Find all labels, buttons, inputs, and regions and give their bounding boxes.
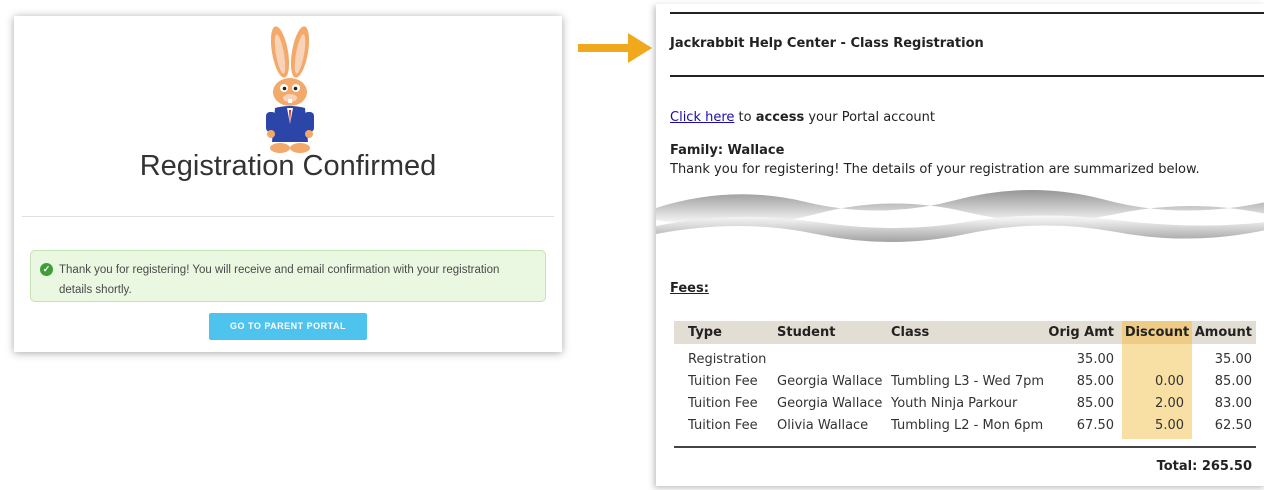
access-rest-text: your Portal account (804, 110, 935, 125)
cell-student: Georgia Wallace (777, 374, 883, 389)
cell-orig-amt: 67.50 (1076, 418, 1114, 433)
registration-email: Jackrabbit Help Center - Class Registrat… (656, 4, 1264, 486)
cell-student: Georgia Wallace (777, 396, 883, 411)
total-amount: Total: 265.50 (1156, 459, 1252, 474)
column-header-type: Type (688, 325, 722, 340)
column-header-class: Class (891, 325, 930, 340)
rabbit-mascot-icon (266, 26, 314, 153)
cell-class: Tumbling L3 - Wed 7pm (891, 374, 1045, 389)
registration-confirmed-card: Registration Confirmed ✓ Thank you for r… (14, 16, 562, 352)
click-here-link[interactable]: Click here (670, 110, 734, 125)
fees-heading: Fees: (670, 281, 709, 296)
column-header-discount: Discount (1124, 325, 1190, 340)
cell-amount: 85.00 (1214, 374, 1252, 389)
cell-type: Tuition Fee (688, 418, 758, 433)
column-header-amount: Amount (1194, 325, 1252, 340)
cell-type: Registration (688, 352, 767, 367)
check-circle-icon: ✓ (40, 263, 53, 276)
torn-wave-divider (656, 190, 1264, 242)
cell-discount: 5.00 (1155, 418, 1184, 433)
email-header: Jackrabbit Help Center - Class Registrat… (670, 36, 984, 51)
cell-orig-amt: 35.00 (1076, 352, 1114, 367)
success-alert: ✓ Thank you for registering! You will re… (30, 250, 546, 302)
access-bold-text: access (755, 110, 805, 125)
cell-amount: 62.50 (1214, 418, 1252, 433)
page-title: Registration Confirmed (139, 150, 437, 182)
family-name: Family: Wallace (670, 143, 785, 158)
cell-class: Tumbling L2 - Mon 6pm (891, 418, 1044, 433)
success-message: Thank you for registering! You will rece… (59, 264, 500, 296)
cell-type: Tuition Fee (688, 396, 758, 411)
cell-orig-amt: 85.00 (1076, 374, 1114, 389)
cell-discount: 2.00 (1155, 396, 1184, 411)
column-header-student: Student (777, 325, 836, 340)
cell-amount: 83.00 (1214, 396, 1252, 411)
cell-class: Youth Ninja Parkour (891, 396, 1018, 411)
total-rule (674, 446, 1256, 448)
access-to-text: to (734, 110, 756, 125)
go-to-parent-portal-button[interactable]: GO TO PARENT PORTAL (209, 313, 367, 340)
cell-student: Olivia Wallace (777, 418, 869, 433)
portal-access-line: Click here to access your Portal account (670, 110, 935, 125)
cell-discount: 0.00 (1155, 374, 1184, 389)
cell-type: Tuition Fee (688, 374, 758, 389)
header-rule (670, 75, 1264, 77)
top-rule (670, 12, 1264, 14)
divider (22, 216, 554, 217)
cell-orig-amt: 85.00 (1076, 396, 1114, 411)
cell-amount: 35.00 (1214, 352, 1252, 367)
arrow-right-icon (578, 33, 652, 63)
column-header-orig-amt: Orig Amt (1048, 325, 1114, 340)
